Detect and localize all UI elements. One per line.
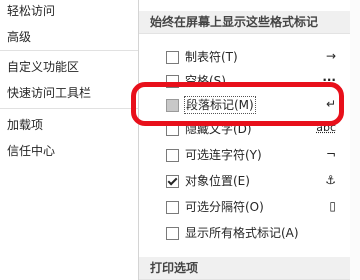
hidden-text-checkbox[interactable] <box>166 123 179 136</box>
object-anchors-checkbox[interactable] <box>166 175 179 188</box>
tab-characters-checkbox[interactable] <box>166 51 179 64</box>
vertical-scrollbar[interactable] <box>350 0 360 280</box>
option-row-paragraph-marks[interactable]: 段落标记(M) ↵ <box>139 95 360 115</box>
option-label: 制表符(T) <box>185 50 238 64</box>
sidebar-divider <box>0 108 138 109</box>
optional-break-icon: ▯ <box>329 199 336 213</box>
option-label: 空格(S) <box>185 74 226 88</box>
optional-hyphen-icon: ¬ <box>325 147 336 161</box>
sidebar-item-customize-ribbon[interactable]: 自定义功能区 <box>7 59 79 75</box>
option-label: 段落标记(M) <box>184 96 256 114</box>
sidebar-divider <box>0 50 138 51</box>
options-main-panel: 始终在屏幕上显示这些格式标记 制表符(T) → 空格(S) ··· 段落标记(M… <box>139 0 360 280</box>
anchor-icon: ⚓ <box>325 173 336 187</box>
spaces-checkbox[interactable] <box>166 75 179 88</box>
show-all-marks-checkbox[interactable] <box>166 227 179 240</box>
option-row-optional-hyphens[interactable]: 可选连字符(Y) ¬ <box>139 145 360 165</box>
sidebar-item-addins[interactable]: 加载项 <box>7 117 43 133</box>
option-label: 显示所有格式标记(A) <box>185 226 299 240</box>
optional-hyphens-checkbox[interactable] <box>166 149 179 162</box>
option-label: 隐藏文字(D) <box>185 122 252 136</box>
option-row-tab-characters[interactable]: 制表符(T) → <box>139 47 360 67</box>
option-row-show-all-marks[interactable]: 显示所有格式标记(A) <box>139 223 360 243</box>
option-label: 可选分隔符(O) <box>185 200 264 214</box>
option-row-optional-breaks[interactable]: 可选分隔符(O) ▯ <box>139 197 360 217</box>
print-options-section-header: 打印选项 <box>139 257 360 280</box>
hidden-text-icon: abc <box>316 121 336 134</box>
option-row-object-anchors[interactable]: 对象位置(E) ⚓ <box>139 171 360 191</box>
option-label: 可选连字符(Y) <box>185 148 262 162</box>
optional-breaks-checkbox[interactable] <box>166 201 179 214</box>
option-row-spaces[interactable]: 空格(S) ··· <box>139 71 360 91</box>
paragraph-return-icon: ↵ <box>325 97 336 111</box>
sidebar-item-advanced[interactable]: 高级 <box>7 29 31 45</box>
sidebar-item-accessibility[interactable]: 轻松访问 <box>7 3 55 19</box>
option-label: 对象位置(E) <box>185 174 250 188</box>
section-title: 打印选项 <box>150 261 199 275</box>
formatting-marks-section-header: 始终在屏幕上显示这些格式标记 <box>139 11 360 34</box>
space-dots-icon: ··· <box>322 73 336 87</box>
paragraph-marks-checkbox[interactable] <box>166 99 179 112</box>
sidebar-item-quick-access-toolbar[interactable]: 快速访问工具栏 <box>7 85 91 101</box>
option-row-hidden-text[interactable]: 隐藏文字(D) abc <box>139 119 360 139</box>
section-title: 始终在屏幕上显示这些格式标记 <box>150 15 319 29</box>
tab-arrow-icon: → <box>325 49 336 63</box>
options-sidebar: 轻松访问 高级 自定义功能区 快速访问工具栏 加载项 信任中心 <box>0 0 139 280</box>
sidebar-item-trust-center[interactable]: 信任中心 <box>7 143 55 159</box>
